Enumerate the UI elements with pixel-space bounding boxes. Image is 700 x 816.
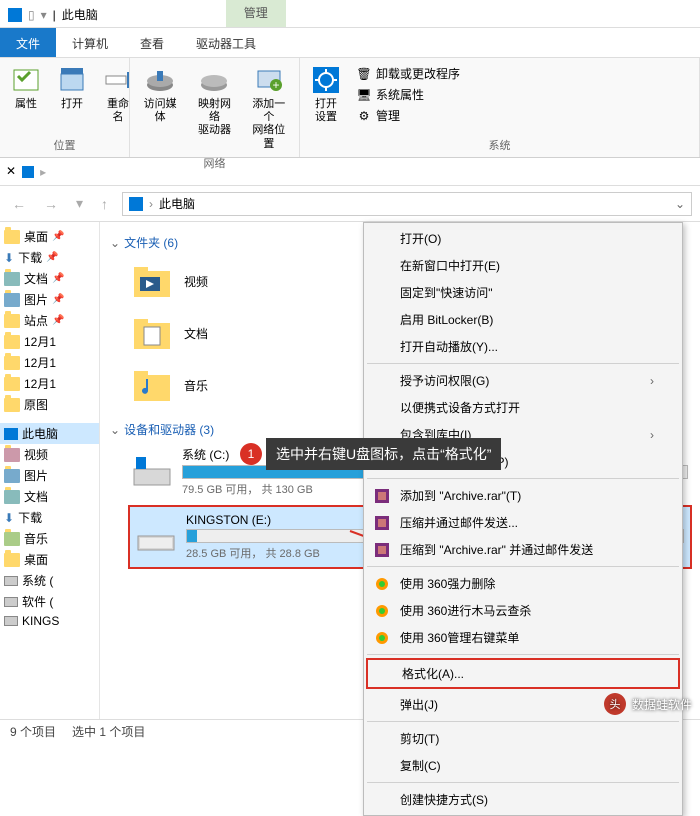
nav-tree[interactable]: 桌面📌 ⬇下载📌 文档📌 图片📌 站点📌 12月1 12月1 12月1 原图 此… [0, 222, 100, 719]
annotation-number: 1 [240, 443, 262, 465]
tab-drive-tools[interactable]: 驱动器工具 [180, 28, 272, 57]
close-icon[interactable]: ✕ [6, 164, 16, 179]
tree-docs[interactable]: 文档📌 [0, 268, 99, 289]
360-icon [374, 630, 390, 646]
nav-up-button[interactable]: ↑ [97, 194, 112, 214]
tree-kings[interactable]: KINGS [0, 612, 99, 630]
ctx-new-window[interactable]: 在新窗口中打开(E) [366, 252, 680, 279]
ctx-autoplay[interactable]: 打开自动播放(Y)... [366, 333, 680, 360]
manage-button[interactable]: ⚙管理 [352, 106, 464, 125]
tree-dl2[interactable]: ⬇下载 [0, 507, 99, 528]
quick-access-toolbar: ✕ ▸ [0, 158, 700, 186]
tree-thispc[interactable]: 此电脑 [0, 423, 99, 444]
title-bar: ▯ ▾ | 此电脑 管理 [0, 0, 700, 28]
address-path[interactable]: › 此电脑 ⌄ [122, 192, 692, 216]
ctx-add-rar[interactable]: 添加到 "Archive.rar"(T) [366, 482, 680, 509]
contextual-tab-manage[interactable]: 管理 [226, 0, 286, 27]
chevron-down-icon[interactable]: ⌄ [675, 197, 685, 211]
svg-text:+: + [272, 78, 279, 92]
map-drive-button[interactable]: 映射网络 驱动器 [190, 62, 238, 140]
tab-view[interactable]: 查看 [124, 28, 180, 57]
360-icon [374, 576, 390, 592]
tree-d2[interactable]: 12月1 [0, 352, 99, 373]
status-count: 9 个项目 [10, 723, 56, 740]
ctx-compress-rar-email[interactable]: 压缩到 "Archive.rar" 并通过邮件发送 [366, 536, 680, 563]
rar-icon [374, 515, 390, 531]
ctx-360-scan[interactable]: 使用 360进行木马云查杀 [366, 597, 680, 624]
tree-d3[interactable]: 12月1 [0, 373, 99, 394]
tree-d1[interactable]: 12月1 [0, 331, 99, 352]
add-net-loc-button[interactable]: + 添加一个 网络位置 [245, 62, 293, 153]
tree-pic2[interactable]: 图片 [0, 465, 99, 486]
ctx-shortcut[interactable]: 创建快捷方式(S) [366, 786, 680, 813]
group-location-label: 位置 [6, 135, 123, 155]
ribbon: 属性 打开 重命名 位置 访问媒体 映射网络 驱动器 + [0, 58, 700, 158]
ctx-copy[interactable]: 复制(C) [366, 752, 680, 779]
ctx-360-delete[interactable]: 使用 360强力删除 [366, 570, 680, 597]
path-text: 此电脑 [159, 195, 195, 212]
tree-site[interactable]: 站点📌 [0, 310, 99, 331]
group-network-label: 网络 [136, 153, 293, 173]
open-button[interactable]: 打开 [52, 62, 92, 113]
ctx-format[interactable]: 格式化(A)... [366, 658, 680, 689]
tab-computer[interactable]: 计算机 [56, 28, 124, 57]
watermark-text: 数据蛙软件 [632, 696, 692, 713]
uninstall-button[interactable]: 🗑卸载或更改程序 [352, 64, 464, 83]
tree-pics[interactable]: 图片📌 [0, 289, 99, 310]
pc-icon [22, 166, 34, 178]
tree-sysc[interactable]: 系统 ( [0, 570, 99, 591]
window-title: 此电脑 [62, 6, 98, 23]
pc-icon [129, 197, 143, 211]
app-icon [8, 8, 22, 22]
annotation: 1 选中并右键U盘图标，点击“格式化” [240, 438, 501, 470]
ctx-cut[interactable]: 剪切(T) [366, 725, 680, 752]
ribbon-tabs: 文件 计算机 查看 驱动器工具 [0, 28, 700, 58]
tree-download[interactable]: ⬇下载📌 [0, 247, 99, 268]
ctx-360-menu[interactable]: 使用 360管理右键菜单 [366, 624, 680, 651]
tree-desktop[interactable]: 桌面📌 [0, 226, 99, 247]
nav-back-button[interactable]: ← [8, 194, 30, 214]
rar-icon [374, 488, 390, 504]
tree-video[interactable]: 视频 [0, 444, 99, 465]
tree-desk2[interactable]: 桌面 [0, 549, 99, 570]
annotation-text: 选中并右键U盘图标，点击“格式化” [266, 438, 501, 470]
nav-recent-button[interactable]: ▾ [72, 193, 87, 214]
properties-button[interactable]: 属性 [6, 62, 46, 113]
watermark-avatar: 头 [604, 693, 626, 715]
ctx-bitlocker[interactable]: 启用 BitLocker(B) [366, 306, 680, 333]
group-system-label: 系统 [306, 135, 693, 155]
ctx-grant-access[interactable]: 授予访问权限(G)› [366, 367, 680, 394]
system-props-button[interactable]: 🖥系统属性 [352, 85, 464, 104]
tree-music[interactable]: 音乐 [0, 528, 99, 549]
360-icon [374, 603, 390, 619]
ctx-pin-quick[interactable]: 固定到"快速访问" [366, 279, 680, 306]
ctx-portable[interactable]: 以便携式设备方式打开 [366, 394, 680, 421]
context-menu: 打开(O) 在新窗口中打开(E) 固定到"快速访问" 启用 BitLocker(… [363, 222, 683, 816]
watermark: 头 数据蛙软件 [604, 693, 692, 715]
address-bar: ← → ▾ ↑ › 此电脑 ⌄ [0, 186, 700, 222]
tree-soft[interactable]: 软件 ( [0, 591, 99, 612]
ctx-compress-email[interactable]: 压缩并通过邮件发送... [366, 509, 680, 536]
tab-file[interactable]: 文件 [0, 28, 56, 57]
tree-doc2[interactable]: 文档 [0, 486, 99, 507]
status-selection: 选中 1 个项目 [72, 723, 145, 740]
open-settings-button[interactable]: 打开 设置 [306, 62, 346, 126]
nav-forward-button[interactable]: → [40, 194, 62, 214]
ctx-open[interactable]: 打开(O) [366, 225, 680, 252]
access-media-button[interactable]: 访问媒体 [136, 62, 184, 126]
tree-orig[interactable]: 原图 [0, 394, 99, 415]
rar-icon [374, 542, 390, 558]
